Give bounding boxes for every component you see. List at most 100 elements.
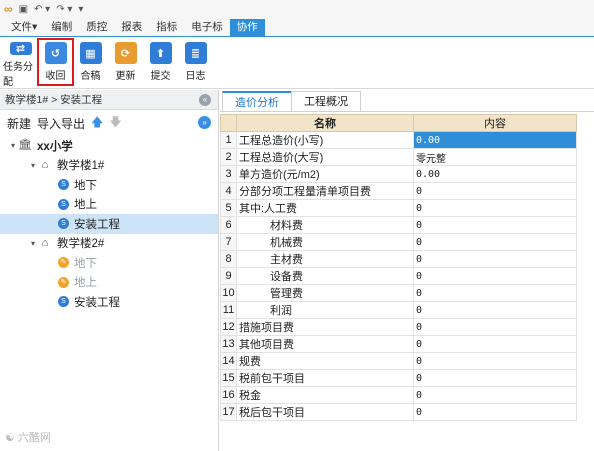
tasks-icon: ⇄ [9,42,32,55]
ribbon-button-label: 日志 [185,71,206,82]
merge-icon: ▦ [79,42,102,64]
tree-node[interactable]: ▾ ⌂ 教学楼2# [0,234,218,254]
table-row[interactable]: 16 税金 0 [220,386,577,404]
tree-node[interactable]: ▾ 🏛 xx小学 [0,136,218,156]
tree-node[interactable]: S 地下 [0,175,218,195]
row-value[interactable]: 0 [413,267,577,285]
menu-item-6[interactable]: 协作 [229,19,265,36]
row-name: 税前包干项目 [236,369,414,387]
row-value[interactable]: 0 [413,250,577,268]
table-row[interactable]: 11 利润 0 [220,301,577,319]
row-value[interactable]: 0 [413,369,577,387]
row-number: 11 [220,301,237,319]
ribbon-toolbar: ⇄ 任务分配 ↺ 收回 ▦ 合稿 ⟳ 更新 ⬆ 提交 ≣ 日志 [0,37,594,89]
tab-0[interactable]: 造价分析 [222,91,292,111]
row-value[interactable]: 0 [413,233,577,251]
row-value[interactable]: 0 [413,182,577,200]
table-row[interactable]: 17 税后包干项目 0 [220,403,577,421]
tab-1[interactable]: 工程概况 [291,91,361,111]
tree-node[interactable]: ✎ 地下 [0,253,218,273]
move-up-icon[interactable]: 🡅 [91,113,103,134]
import-export-button[interactable]: 导入导出 [37,115,85,132]
menu-item-0[interactable]: 文件▾ [4,19,44,36]
project-panel: 教学楼1# > 安装工程 « 新建 导入导出 🡅 🡇 » ▾ 🏛 xx小学 ▾ ⌂ 教学楼… [0,90,219,451]
tree-node[interactable]: S 安装工程 [0,292,218,312]
row-value[interactable]: 0.00 [413,165,577,183]
expand-icon[interactable]: » [198,116,211,129]
ribbon-button-label: 收回 [45,71,66,82]
tree-node-label: 安装工程 [74,218,120,231]
save-icon[interactable]: ▣ [19,4,28,15]
retrieve-icon: ↺ [44,42,67,64]
table-row[interactable]: 9 设备费 0 [220,267,577,285]
ribbon-button-1[interactable]: ↺ 收回 [37,38,74,86]
row-name: 利润 [236,301,414,319]
table-row[interactable]: 14 规费 0 [220,352,577,370]
title-bar: ∞ ▣ ↶ ▾ ↷ ▾ ▾ [0,0,594,18]
log-icon: ≣ [184,42,207,64]
row-number: 10 [220,284,237,302]
row-name: 措施项目费 [236,318,414,336]
table-row[interactable]: 6 材料费 0 [220,216,577,234]
submit-icon: ⬆ [149,42,172,64]
table-row[interactable]: 2 工程总造价(大写) 零元整 [220,148,577,166]
tree-node[interactable]: S 地上 [0,195,218,215]
row-value[interactable]: 零元整 [413,148,577,166]
table-row[interactable]: 7 机械费 0 [220,233,577,251]
tree-node[interactable]: ▾ ⌂ 教学楼1# [0,156,218,176]
new-button[interactable]: 新建 [7,115,31,132]
ribbon-button-3[interactable]: ⟳ 更新 [108,39,143,85]
ribbon-button-label: 任务分配 [3,62,33,88]
menu-item-3[interactable]: 报表 [114,19,149,36]
redo-button[interactable]: ↷ ▾ [56,4,72,15]
ribbon-button-4[interactable]: ⬆ 提交 [143,39,178,85]
row-value[interactable]: 0 [413,335,577,353]
tree-toggle-icon[interactable]: ▾ [28,239,38,248]
table-row[interactable]: 3 单方造价(元/m2) 0.00 [220,165,577,183]
row-value[interactable]: 0 [413,199,577,217]
menu-item-5[interactable]: 电子标 [184,19,230,36]
tree-toggle-icon[interactable]: ▾ [28,161,38,170]
row-number: 2 [220,148,237,166]
row-number: 16 [220,386,237,404]
row-value[interactable]: 0 [413,216,577,234]
tree-toggle-icon[interactable]: ▾ [8,141,18,150]
ribbon-button-2[interactable]: ▦ 合稿 [73,39,108,85]
row-value[interactable]: 0 [413,386,577,404]
ribbon-button-5[interactable]: ≣ 日志 [178,39,213,85]
undo-button[interactable]: ↶ ▾ [34,4,50,15]
item-icon: S [58,179,69,191]
tree-node-label: 地上 [74,199,97,212]
table-row[interactable]: 5 其中:人工费 0 [220,199,577,217]
row-name: 其他项目费 [236,335,414,353]
row-value[interactable]: 0 [413,301,577,319]
quick-access-more-button[interactable]: ▾ [78,4,83,15]
menu-item-1[interactable]: 编制 [44,19,79,36]
breadcrumb: 教学楼1# > 安装工程 « [0,90,218,110]
tree-node[interactable]: S 安装工程 [0,214,218,234]
row-number: 13 [220,335,237,353]
menu-bar: 文件▾ 编制 质控 报表 指标 电子标 协作 [0,18,594,37]
ribbon-button-0[interactable]: ⇄ 任务分配 [3,39,38,88]
table-row[interactable]: 15 税前包干项目 0 [220,369,577,387]
row-value[interactable]: 0 [413,284,577,302]
table-row[interactable]: 10 管理费 0 [220,284,577,302]
table-row[interactable]: 12 措施项目费 0 [220,318,577,336]
row-value[interactable]: 0 [413,352,577,370]
row-value[interactable]: 0.00 [413,131,577,149]
table-row[interactable]: 1 工程总造价(小写) 0.00 [220,131,577,149]
row-number: 17 [220,403,237,421]
collapse-panel-icon[interactable]: « [199,94,211,106]
menu-item-4[interactable]: 指标 [149,19,184,36]
tree-node[interactable]: ✎ 地上 [0,273,218,293]
table-row[interactable]: 8 主材费 0 [220,250,577,268]
row-value[interactable]: 0 [413,403,577,421]
watermark: ☯ 六酷网 [5,429,51,445]
table-row[interactable]: 4 分部分项工程量清单项目费 0 [220,182,577,200]
row-number: 3 [220,165,237,183]
row-value[interactable]: 0 [413,318,577,336]
row-name: 设备费 [236,267,414,285]
menu-item-2[interactable]: 质控 [79,19,114,36]
move-down-icon[interactable]: 🡇 [109,113,121,134]
table-row[interactable]: 13 其他项目费 0 [220,335,577,353]
